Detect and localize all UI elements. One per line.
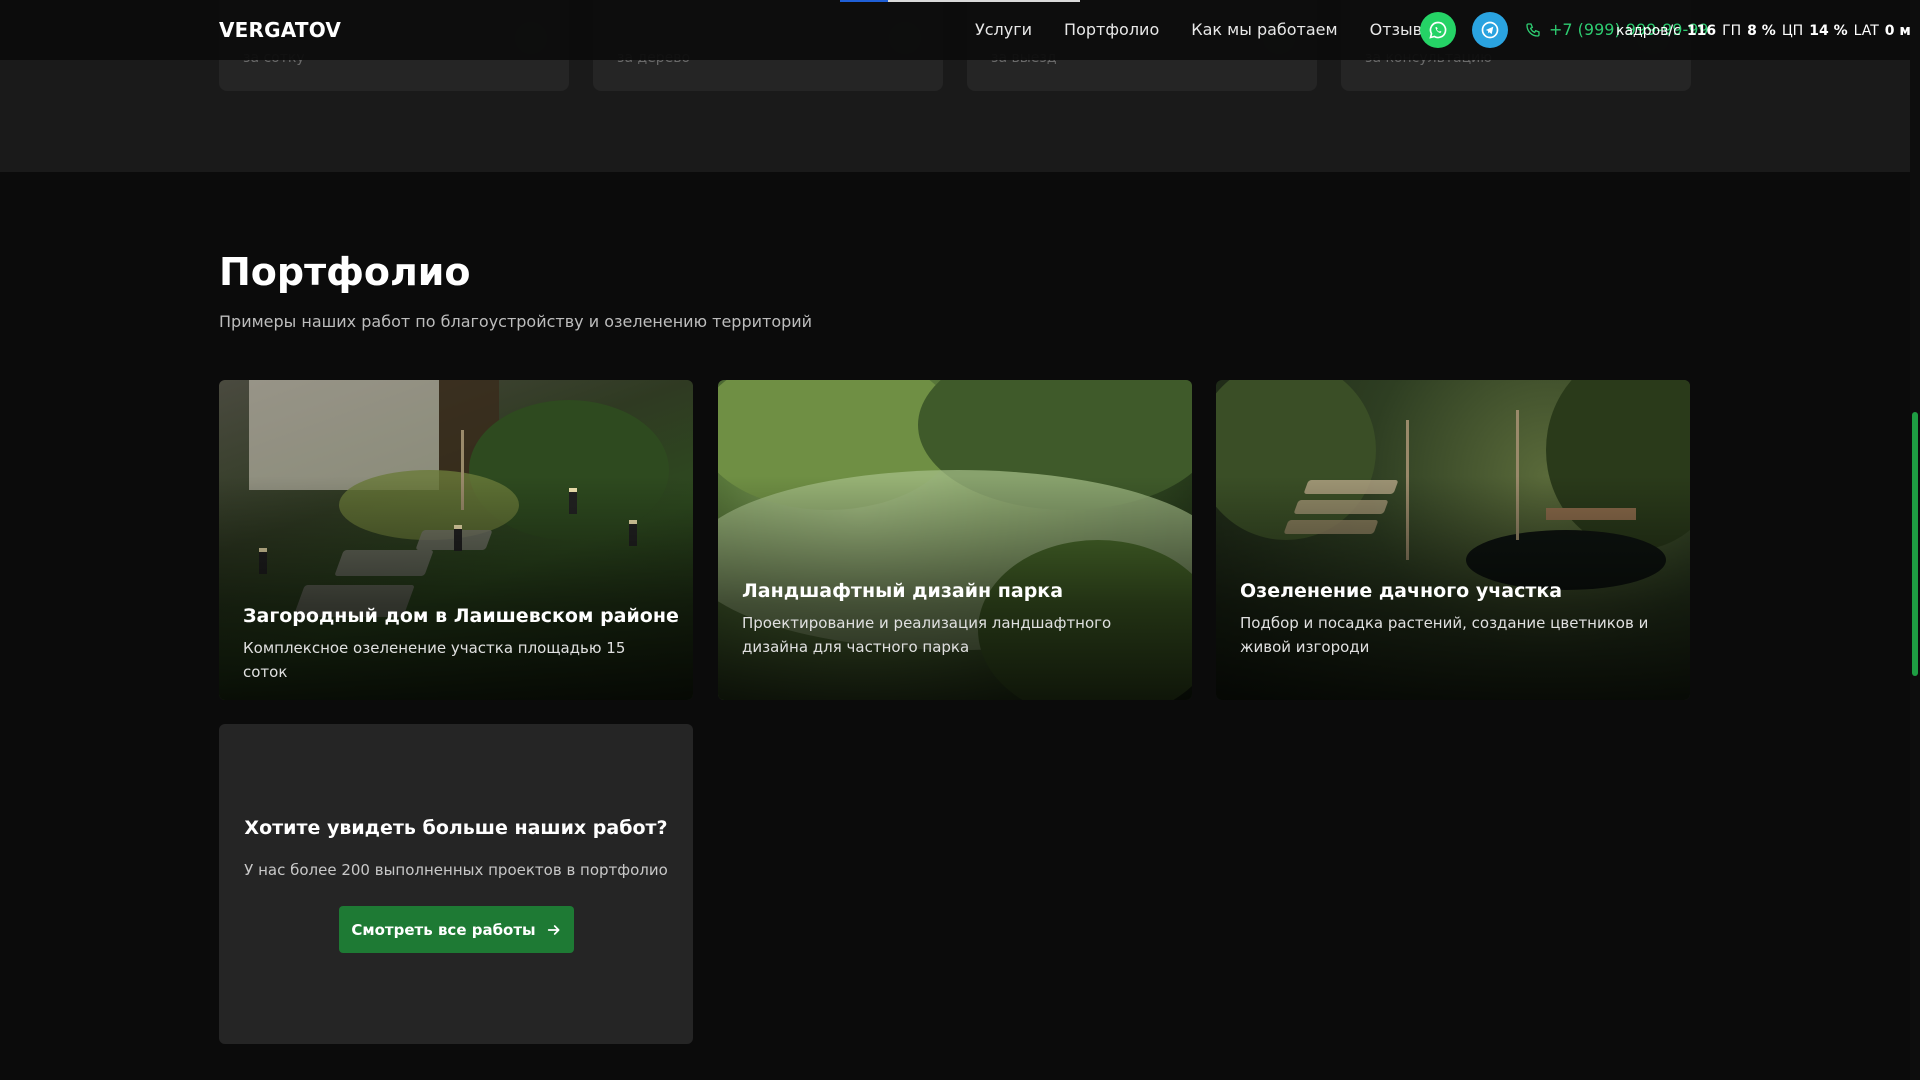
portfolio-card-description: Комплексное озеленение участка площадью … bbox=[243, 639, 626, 681]
scrollbar[interactable] bbox=[1910, 0, 1920, 1080]
portfolio-card-description: Подбор и посадка растений, создание цвет… bbox=[1240, 614, 1649, 656]
portfolio-card-title: Ландшафтный дизайн парка bbox=[742, 580, 1064, 602]
cpu-label: ЦП bbox=[1781, 23, 1804, 39]
logo[interactable]: VERGATOV bbox=[219, 18, 341, 42]
lat-label: LAT bbox=[1853, 23, 1879, 39]
cta-subtitle: У нас более 200 выполненных проектов в п… bbox=[244, 861, 668, 879]
site-header: VERGATOV Услуги Портфолио Как мы работае… bbox=[0, 0, 1920, 60]
scroll-progress bbox=[840, 0, 1080, 2]
portfolio-card-title: Загородный дом в Лаишевском районе bbox=[243, 605, 679, 627]
portfolio-card[interactable]: Ландшафтный дизайн парка Проектирование … bbox=[718, 380, 1192, 700]
portfolio-card-description: Проектирование и реализация ландшафтного… bbox=[742, 614, 1112, 656]
nav-how-we-work[interactable]: Как мы работаем bbox=[1191, 20, 1337, 39]
cta-title: Хотите увидеть больше наших работ? bbox=[244, 817, 668, 839]
portfolio-card-title: Озеленение дачного участка bbox=[1240, 580, 1563, 602]
cta-button-label: Смотреть все работы bbox=[351, 920, 536, 939]
gpu-label: ГП bbox=[1722, 23, 1742, 39]
nav-services[interactable]: Услуги bbox=[975, 20, 1032, 39]
page: за сотку за дерево за выезд за консульта… bbox=[0, 0, 1920, 1080]
telegram-icon bbox=[1481, 21, 1499, 39]
fps-value: 116 bbox=[1686, 23, 1717, 39]
perf-overlay: кадров/с 116 ГП 8 % ЦП 14 % LAT 0 мс bbox=[1616, 23, 1919, 39]
more-works-card: Хотите увидеть больше наших работ? У нас… bbox=[219, 724, 693, 1044]
scrollbar-thumb[interactable] bbox=[1912, 412, 1918, 676]
fps-label: кадров/с bbox=[1616, 23, 1681, 39]
telegram-button[interactable] bbox=[1472, 12, 1508, 48]
section-title: Портфолио bbox=[219, 250, 471, 294]
whatsapp-icon bbox=[1429, 21, 1447, 39]
view-all-works-button[interactable]: Смотреть все работы bbox=[339, 906, 574, 953]
phone-icon bbox=[1526, 22, 1540, 37]
whatsapp-button[interactable] bbox=[1420, 12, 1456, 48]
section-subtitle: Примеры наших работ по благоустройству и… bbox=[219, 312, 813, 331]
arrow-right-icon bbox=[547, 924, 560, 935]
portfolio-card[interactable]: Озеленение дачного участка Подбор и поса… bbox=[1216, 380, 1690, 700]
gpu-value: 8 % bbox=[1747, 23, 1776, 39]
nav-portfolio[interactable]: Портфолио bbox=[1064, 20, 1159, 39]
main-nav: Услуги Портфолио Как мы работаем Отзывы bbox=[975, 20, 1435, 39]
cpu-value: 14 % bbox=[1809, 23, 1848, 39]
portfolio-card[interactable]: Загородный дом в Лаишевском районе Компл… bbox=[219, 380, 693, 700]
